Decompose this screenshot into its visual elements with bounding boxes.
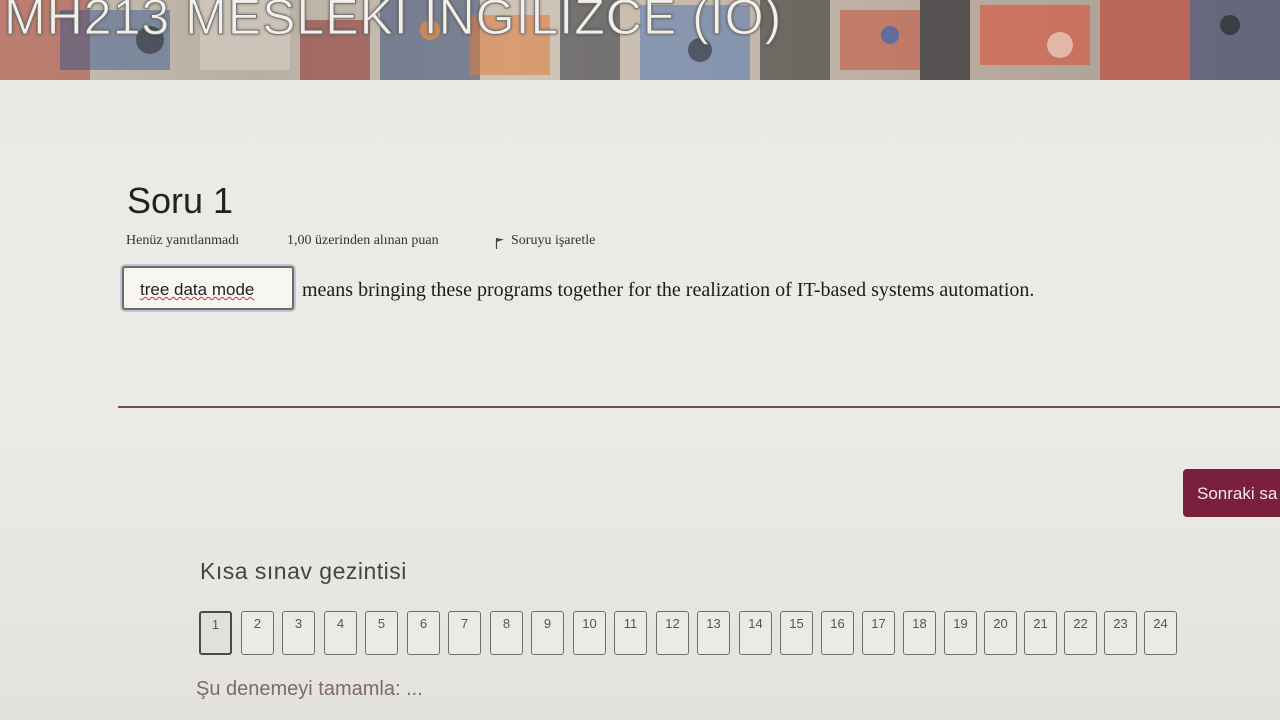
quiz-nav-button-10[interactable]: 10 — [573, 611, 606, 655]
quiz-nav-button-2[interactable]: 2 — [241, 611, 274, 655]
quiz-nav-button-8[interactable]: 8 — [490, 611, 523, 655]
quiz-nav-button-9[interactable]: 9 — [531, 611, 564, 655]
quiz-nav-button-20[interactable]: 20 — [984, 611, 1017, 655]
quiz-nav-button-24[interactable]: 24 — [1144, 611, 1177, 655]
question-points: 1,00 üzerinden alınan puan — [287, 233, 439, 248]
quiz-nav-button-11[interactable]: 11 — [614, 611, 647, 655]
quiz-nav-button-14[interactable]: 14 — [739, 611, 772, 655]
quiz-nav-button-21[interactable]: 21 — [1024, 611, 1057, 655]
flag-question-link[interactable]: Soruyu işaretle — [495, 233, 595, 249]
section-divider — [118, 406, 1280, 408]
question-text: means bringing these programs together f… — [302, 279, 1035, 301]
quiz-nav-button-17[interactable]: 17 — [862, 611, 895, 655]
flag-icon — [495, 238, 504, 249]
question-status: Henüz yanıtlanmadı — [126, 233, 240, 248]
quiz-nav-button-3[interactable]: 3 — [282, 611, 315, 655]
answer-value: tree data mode — [140, 280, 255, 299]
quiz-nav-button-1[interactable]: 1 — [199, 611, 232, 655]
flag-question-label: Soruyu işaretle — [511, 233, 596, 248]
next-page-button[interactable]: Sonraki sa — [1183, 469, 1280, 517]
quiz-nav-button-23[interactable]: 23 — [1104, 611, 1137, 655]
answer-input[interactable]: tree data mode — [122, 266, 294, 310]
question-title: Soru 1 — [127, 180, 234, 221]
quiz-nav-button-7[interactable]: 7 — [448, 611, 481, 655]
finish-attempt-link[interactable]: Şu denemeyi tamamla: ... — [196, 678, 423, 701]
quiz-nav-button-5[interactable]: 5 — [365, 611, 398, 655]
quiz-nav-button-12[interactable]: 12 — [656, 611, 689, 655]
quiz-nav-button-22[interactable]: 22 — [1064, 611, 1097, 655]
quiz-nav-button-16[interactable]: 16 — [821, 611, 854, 655]
quiz-nav-button-13[interactable]: 13 — [697, 611, 730, 655]
course-title: MH213 MESLEKİ İNGİLİZCE (İÖ) — [3, 0, 783, 46]
quiz-navigation-title: Kısa sınav gezintisi — [200, 558, 407, 584]
quiz-nav-button-19[interactable]: 19 — [944, 611, 977, 655]
quiz-nav-button-18[interactable]: 18 — [903, 611, 936, 655]
quiz-nav-button-6[interactable]: 6 — [407, 611, 440, 655]
quiz-nav-button-4[interactable]: 4 — [324, 611, 357, 655]
quiz-nav-button-15[interactable]: 15 — [780, 611, 813, 655]
course-banner: MH213 MESLEKİ İNGİLİZCE (İÖ) — [0, 0, 1280, 80]
